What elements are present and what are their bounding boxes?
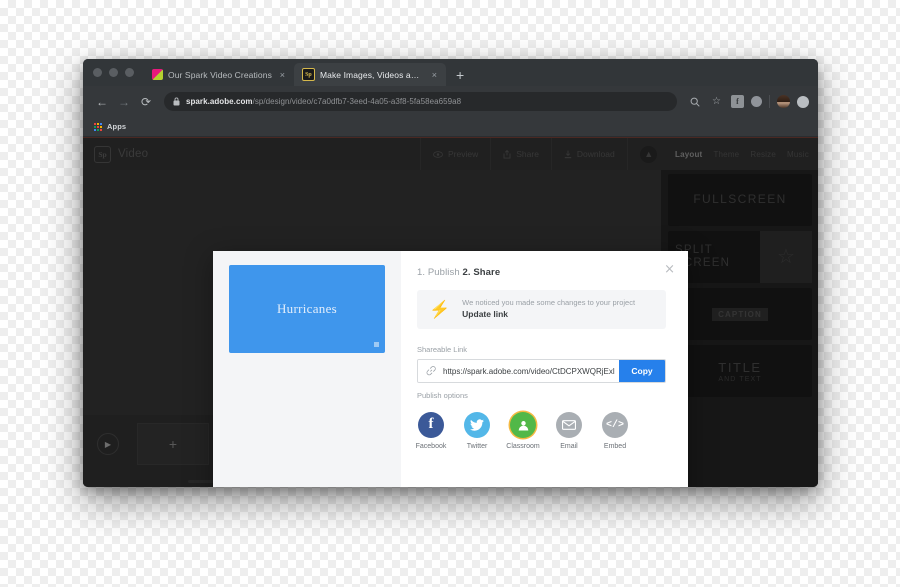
maximize-window-button[interactable] — [125, 68, 134, 77]
shareable-link-row: https://spark.adobe.com/video/CtDCPXWQRj… — [417, 359, 666, 383]
close-icon[interactable]: × — [277, 70, 288, 80]
browser-tab-2[interactable]: Sp Make Images, Videos and Web × — [293, 63, 446, 86]
spark-video-app: Sp Video Preview Share — [83, 137, 818, 487]
preview-badge-icon — [374, 342, 379, 347]
browser-toolbar-actions: ☆ f — [679, 94, 809, 109]
browser-tab-2-title: Make Images, Videos and Web — [319, 69, 424, 80]
back-icon[interactable]: ← — [92, 92, 112, 112]
shareable-link-value: https://spark.adobe.com/video/CtDCPXWQRj… — [443, 366, 615, 376]
project-preview-card[interactable]: Hurricanes — [229, 265, 385, 353]
facebook-extension-icon[interactable]: f — [731, 95, 744, 108]
update-link-banner[interactable]: ⚡ We noticed you made some changes to yo… — [417, 290, 666, 329]
bolt-icon: ⚡ — [429, 300, 451, 319]
toolbar-divider — [769, 95, 770, 108]
share-target-facebook-label: Facebook — [415, 443, 447, 450]
project-preview-title: Hurricanes — [276, 301, 338, 316]
shareable-link-input[interactable]: https://spark.adobe.com/video/CtDCPXWQRj… — [418, 360, 619, 382]
update-link-button[interactable]: Update link — [462, 309, 635, 321]
address-bar[interactable]: spark.adobe.com/sp/design/video/c7a0dfb7… — [164, 92, 677, 111]
browser-toolbar: ← → ⟳ spark.adobe.com/sp/design/video/c7… — [83, 86, 818, 117]
apps-grid-icon[interactable] — [94, 122, 102, 131]
share-target-twitter[interactable]: Twitter — [463, 412, 491, 450]
share-target-email[interactable]: Email — [555, 412, 583, 450]
share-targets: f Facebook Twitter Classroom Email </> E… — [415, 412, 666, 450]
bookmark-star-icon[interactable]: ☆ — [709, 94, 724, 109]
minimize-window-button[interactable] — [109, 68, 118, 77]
address-bar-path: /sp/design/video/c7a0dfb7-3eed-4a05-a3f8… — [252, 97, 462, 106]
modal-step-indicator: 1. Publish 2. Share — [417, 267, 666, 278]
modal-body: × 1. Publish 2. Share ⚡ We noticed you m… — [401, 251, 688, 487]
forward-icon[interactable]: → — [114, 92, 134, 112]
reload-icon[interactable]: ⟳ — [136, 92, 156, 112]
email-icon — [556, 412, 582, 438]
close-icon[interactable]: × — [429, 70, 440, 80]
share-modal: Hurricanes × 1. Publish 2. Share ⚡ We no… — [213, 251, 688, 487]
browser-tab-1-title: Our Spark Video Creations — [168, 69, 272, 80]
share-target-embed-label: Embed — [603, 443, 627, 450]
share-target-email-label: Email — [560, 443, 578, 450]
bookmarks-bar: Apps — [83, 117, 818, 137]
lock-icon — [173, 97, 180, 106]
close-icon[interactable]: × — [664, 263, 675, 276]
share-target-classroom-label: Classroom — [506, 443, 540, 450]
spark-page-favicon: Sp — [301, 68, 315, 81]
update-banner-text: We noticed you made some changes to your… — [462, 298, 635, 320]
new-tab-button[interactable]: + — [446, 68, 472, 86]
browser-tab-1[interactable]: Our Spark Video Creations × — [144, 63, 294, 86]
search-icon[interactable] — [687, 94, 702, 109]
publish-options-label: Publish options — [417, 391, 468, 400]
browser-tab-strip: Our Spark Video Creations × Sp Make Imag… — [83, 59, 818, 86]
embed-glyph: </> — [605, 419, 624, 431]
shareable-link-label: Shareable Link — [417, 345, 468, 354]
share-target-classroom[interactable]: Classroom — [506, 412, 540, 450]
update-banner-message: We noticed you made some changes to your… — [462, 298, 636, 308]
classroom-icon — [510, 412, 536, 438]
share-target-facebook[interactable]: f Facebook — [415, 412, 447, 450]
profile-avatar[interactable] — [777, 95, 790, 108]
modal-step-share: 2. Share — [462, 267, 501, 278]
share-target-twitter-label: Twitter — [466, 443, 488, 450]
facebook-icon: f — [418, 412, 444, 438]
address-bar-host: spark.adobe.com — [186, 97, 253, 106]
close-window-button[interactable] — [93, 68, 102, 77]
extension-icon[interactable] — [751, 96, 762, 107]
copy-button[interactable]: Copy — [619, 360, 665, 382]
embed-icon: </> — [602, 412, 628, 438]
window-traffic-lights — [91, 59, 144, 86]
browser-menu-icon[interactable] — [797, 95, 809, 108]
address-bar-url: spark.adobe.com/sp/design/video/c7a0dfb7… — [186, 97, 461, 106]
twitter-icon — [464, 412, 490, 438]
browser-window: Our Spark Video Creations × Sp Make Imag… — [83, 59, 818, 487]
bookmark-apps[interactable]: Apps — [107, 122, 126, 131]
modal-step-publish[interactable]: 1. Publish — [417, 267, 462, 278]
share-target-embed[interactable]: </> Embed — [601, 412, 629, 450]
spark-creations-favicon — [152, 69, 163, 80]
link-icon — [424, 364, 439, 379]
modal-preview-pane: Hurricanes — [213, 251, 401, 487]
